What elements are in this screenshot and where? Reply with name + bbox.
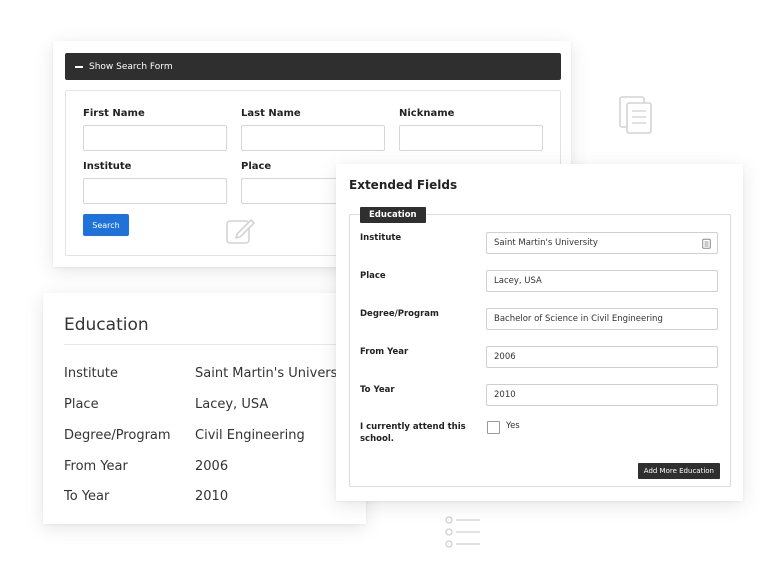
ext-to-year-label: To Year bbox=[360, 385, 395, 395]
last-name-input[interactable] bbox=[241, 125, 385, 151]
ext-degree-value: Bachelor of Science in Civil Engineering bbox=[494, 314, 663, 324]
attend-school-yes-label: Yes bbox=[506, 421, 520, 431]
ext-place-input[interactable]: Lacey, USA bbox=[486, 270, 718, 292]
education-row-value: Saint Martin's University bbox=[195, 366, 354, 381]
education-row-label: Place bbox=[64, 397, 99, 412]
education-divider bbox=[64, 344, 344, 345]
education-row-institute: Institute Saint Martin's University bbox=[64, 366, 362, 381]
last-name-label: Last Name bbox=[241, 108, 301, 119]
education-row-to-year: To Year 2010 bbox=[64, 489, 362, 504]
education-row-place: Place Lacey, USA bbox=[64, 397, 362, 412]
education-row-label: From Year bbox=[64, 459, 128, 474]
add-more-education-button[interactable]: Add More Education bbox=[637, 463, 720, 479]
education-row-value: Civil Engineering bbox=[195, 428, 305, 443]
ext-degree-input[interactable]: Bachelor of Science in Civil Engineering bbox=[486, 308, 718, 330]
institute-field: Institute bbox=[83, 161, 227, 204]
ext-to-year-value: 2010 bbox=[494, 390, 516, 400]
attend-school-checkbox[interactable] bbox=[487, 421, 500, 434]
first-name-input[interactable] bbox=[83, 125, 227, 151]
ext-degree-label: Degree/Program bbox=[360, 309, 439, 319]
education-fieldset: Education Institute Saint Martin's Unive… bbox=[349, 207, 731, 487]
ext-from-year-input[interactable]: 2006 bbox=[486, 346, 718, 368]
clipboard-icon bbox=[702, 238, 711, 249]
ext-place-label: Place bbox=[360, 271, 386, 281]
education-legend: Education bbox=[360, 207, 426, 223]
ext-institute-input[interactable]: Saint Martin's University bbox=[486, 232, 718, 254]
extended-fields-title: Extended Fields bbox=[349, 178, 458, 192]
first-name-field: First Name bbox=[83, 108, 227, 151]
education-row-value: Lacey, USA bbox=[195, 397, 269, 412]
institute-label: Institute bbox=[83, 161, 132, 172]
last-name-field: Last Name bbox=[241, 108, 385, 151]
search-button[interactable]: Search bbox=[83, 214, 129, 236]
ext-from-year-value: 2006 bbox=[494, 352, 516, 362]
first-name-label: First Name bbox=[83, 108, 145, 119]
list-icon bbox=[445, 516, 480, 548]
edit-icon bbox=[226, 219, 255, 244]
show-search-form-label: Show Search Form bbox=[89, 61, 173, 72]
minus-icon bbox=[75, 65, 83, 68]
education-row-label: To Year bbox=[64, 489, 110, 504]
education-row-degree: Degree/Program Civil Engineering bbox=[64, 428, 362, 443]
ext-from-year-label: From Year bbox=[360, 347, 409, 357]
education-row-value: 2010 bbox=[195, 489, 229, 504]
nickname-field: Nickname bbox=[399, 108, 543, 151]
education-row-label: Degree/Program bbox=[64, 428, 171, 443]
institute-input[interactable] bbox=[83, 178, 227, 204]
show-search-form-toggle[interactable]: Show Search Form bbox=[65, 53, 561, 80]
education-row-value: 2006 bbox=[195, 459, 229, 474]
ext-to-year-input[interactable]: 2010 bbox=[486, 384, 718, 406]
education-row-from-year: From Year 2006 bbox=[64, 459, 362, 474]
ext-place-value: Lacey, USA bbox=[494, 276, 542, 286]
education-row-label: Institute bbox=[64, 366, 118, 381]
attend-school-label: I currently attend this school. bbox=[360, 422, 466, 444]
nickname-input[interactable] bbox=[399, 125, 543, 151]
extended-fields-card: Extended Fields Education Institute Sain… bbox=[336, 164, 743, 501]
copy-icon bbox=[619, 96, 652, 134]
ext-institute-label: Institute bbox=[360, 233, 402, 243]
ext-institute-value: Saint Martin's University bbox=[494, 238, 598, 248]
nickname-label: Nickname bbox=[399, 108, 455, 119]
education-title: Education bbox=[64, 315, 149, 335]
education-card: Education Institute Saint Martin's Univer… bbox=[43, 293, 366, 524]
